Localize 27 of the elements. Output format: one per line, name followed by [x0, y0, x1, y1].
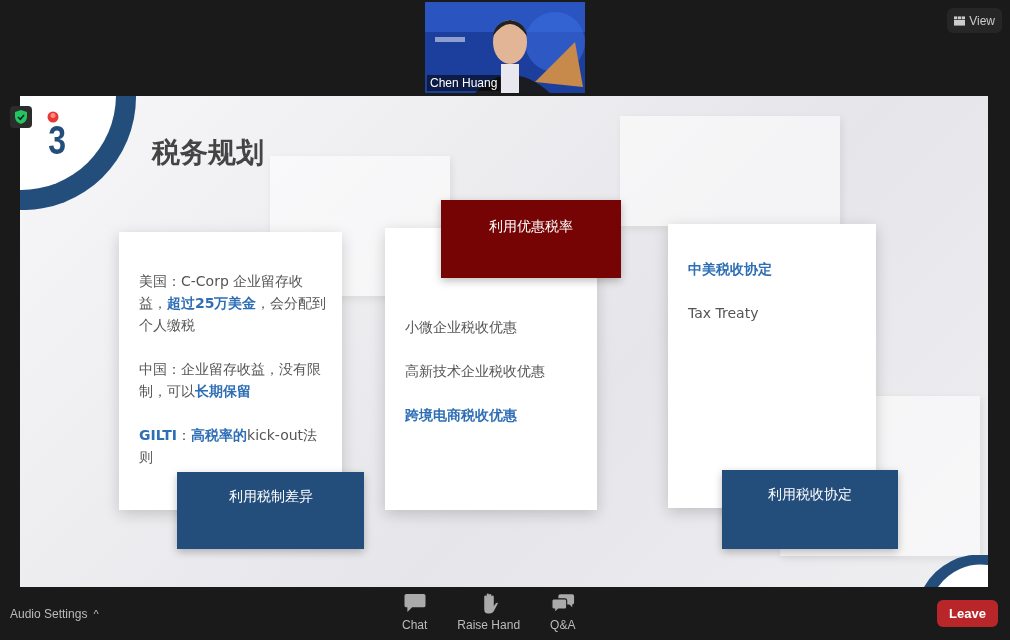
card-text: 中美税收协定	[688, 260, 773, 279]
caret-button[interactable]: ^	[93, 607, 99, 620]
card-text: 小微企业税收优惠	[405, 318, 518, 337]
card-text: GILTI：高税率的kick-out法则	[139, 426, 319, 467]
card-label: 利用优惠税率	[441, 200, 621, 278]
card-text: 跨境电商税收优惠	[405, 406, 518, 425]
speech-bubble-icon	[402, 593, 427, 614]
ring-drawing	[924, 555, 988, 587]
raise-hand-button[interactable]: Raise Hand	[451, 593, 527, 632]
audio-settings-button[interactable]: Audio Settings	[10, 606, 88, 621]
record-icon	[47, 111, 59, 123]
card-label: 利用税收协定	[722, 470, 898, 549]
chat-button[interactable]: Chat	[396, 593, 434, 632]
card-text: 中国：企业留存收益，没有限制，可以长期保留	[139, 360, 322, 401]
leave-button[interactable]: Leave	[937, 600, 998, 627]
card-label: 利用税制差异	[177, 472, 364, 549]
card-text: 美国：C-Corp 企业留存收益，超过25万美金，会分配到个人缴税	[139, 272, 328, 335]
participant-name: Chen Huang	[427, 75, 501, 91]
card-text: Tax Treaty	[688, 304, 760, 323]
speech-bubbles-icon	[550, 593, 575, 614]
view-button[interactable]: View	[947, 8, 1002, 33]
shield-icon	[10, 106, 32, 128]
grid-icon	[954, 15, 966, 26]
section-number: 3	[48, 123, 67, 157]
slide-title: 税务规划	[152, 135, 264, 171]
card-text: 高新技术企业税收优惠	[405, 362, 546, 381]
qa-button[interactable]: Q&A	[544, 593, 582, 632]
